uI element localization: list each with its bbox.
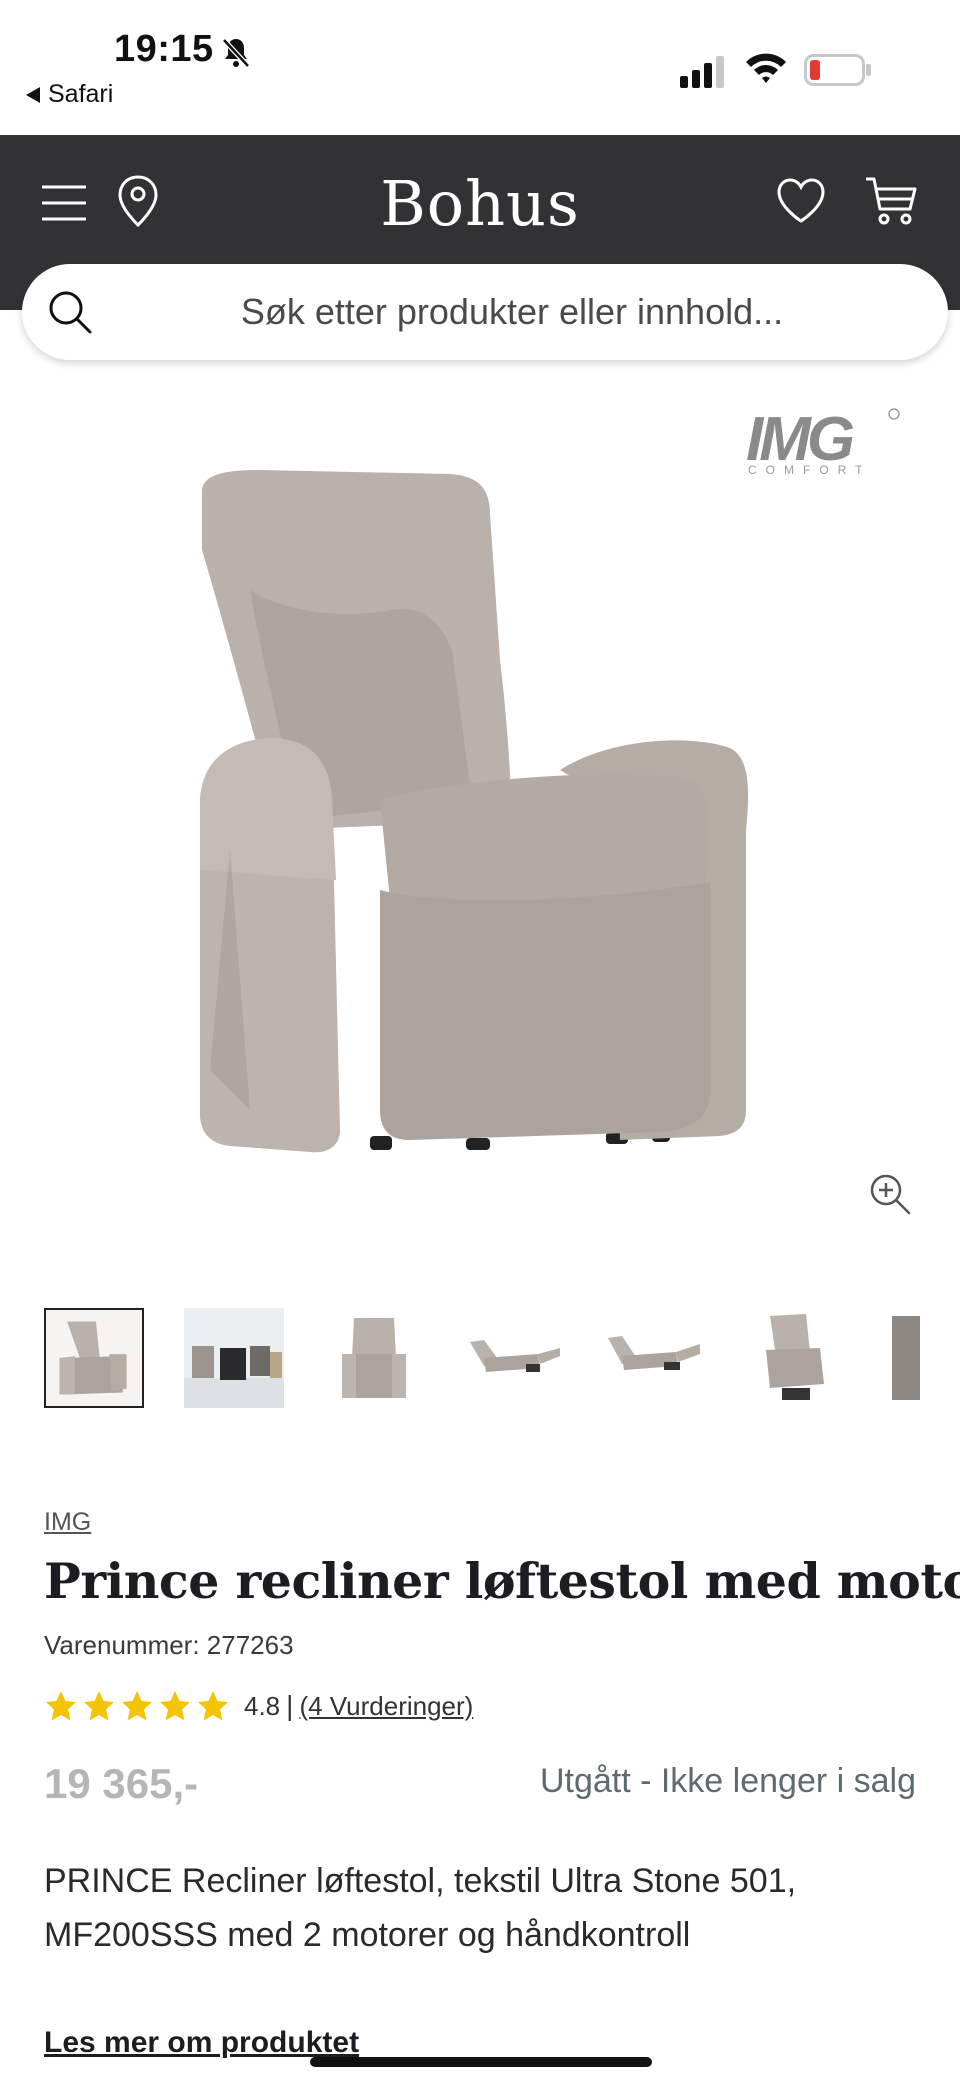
wifi-icon [746, 53, 786, 83]
star-icon [198, 1691, 228, 1721]
product-sku: Varenummer: 277263 [44, 1630, 294, 1660]
thumbnail-4[interactable] [464, 1308, 564, 1408]
status-time: 19:15 [114, 28, 214, 70]
reviews-link[interactable]: (4 Vurderinger) [299, 1691, 473, 1722]
star-icon [160, 1691, 190, 1721]
search-bar[interactable] [22, 264, 948, 360]
product-main-image[interactable] [190, 470, 770, 1170]
search-input[interactable] [122, 286, 902, 338]
back-app-label: Safari [48, 80, 114, 108]
cellular-signal-icon [680, 56, 724, 88]
rating-value: 4.8 [244, 1690, 281, 1721]
status-bar: 19:15 Safari [0, 0, 960, 135]
thumbnail-strip [0, 1306, 960, 1412]
star-icon [122, 1691, 152, 1721]
thumbnail-2[interactable] [184, 1308, 284, 1408]
product-title: Prince recliner løftestol med motor [44, 1552, 960, 1610]
bell-muted-icon [222, 38, 250, 68]
img-comfort-logo: IMG COMFORT [746, 405, 900, 477]
thumbnail-5[interactable] [604, 1308, 704, 1408]
thumbnail-3[interactable] [324, 1308, 424, 1408]
back-triangle-icon [26, 86, 40, 103]
availability-status: Utgått - Ikke lenger i salg [539, 1762, 916, 1800]
wishlist-heart-icon[interactable] [776, 177, 826, 225]
thumbnail-1[interactable] [44, 1308, 144, 1408]
search-icon[interactable] [46, 288, 94, 336]
home-indicator[interactable] [310, 2057, 652, 2067]
rating-stars [44, 1689, 230, 1723]
product-description: PRINCE Recliner løftestol, tekstil Ultra… [44, 1862, 797, 1954]
product-price: 19 365,- [44, 1760, 199, 1807]
product-rating: 4.8 | (4 Vurderinger) [44, 1686, 473, 1726]
thumbnail-7[interactable] [884, 1308, 920, 1408]
back-to-safari[interactable]: Safari [26, 80, 113, 109]
battery-icon [804, 54, 871, 86]
star-icon [46, 1691, 76, 1721]
shopping-cart-icon[interactable] [864, 175, 918, 227]
thumbnail-6[interactable] [744, 1308, 844, 1408]
read-more-link[interactable]: Les mer om produktet [44, 2026, 359, 2060]
brand-link[interactable]: IMG [44, 1508, 91, 1537]
zoom-in-icon[interactable] [868, 1172, 912, 1216]
star-icon [84, 1691, 114, 1721]
rating-separator: | [286, 1690, 294, 1721]
